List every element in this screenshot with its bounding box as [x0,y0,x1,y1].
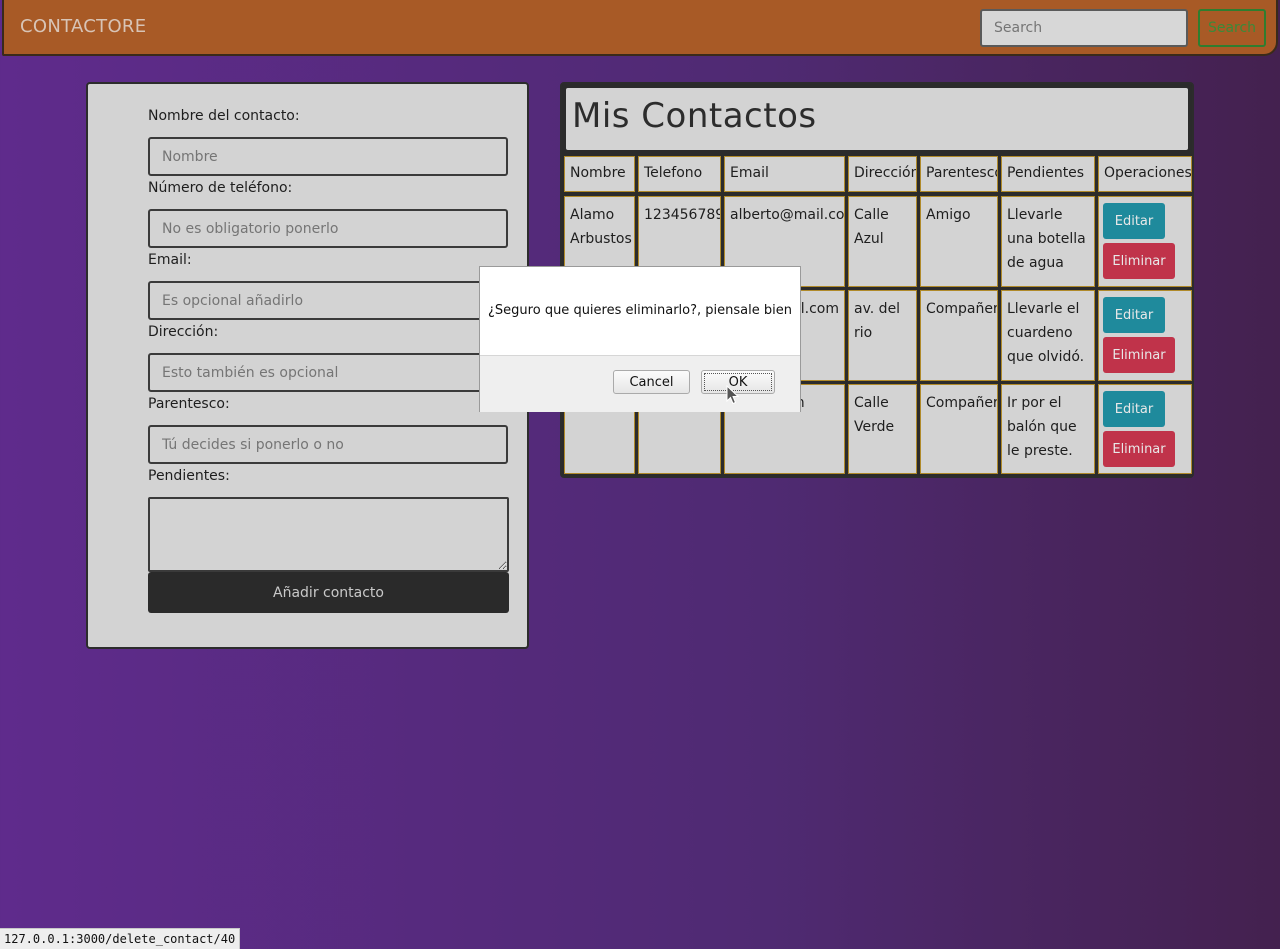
cell-direccion: Calle Verde [848,384,917,474]
name-input[interactable] [148,137,508,176]
add-contact-form: Nombre del contacto: Número de teléfono:… [86,82,529,649]
add-contact-button[interactable]: Añadir contacto [148,572,509,613]
cell-operaciones: Editar Eliminar [1098,290,1192,381]
dialog-message: ¿Seguro que quieres eliminarlo?, piensal… [488,303,792,318]
cell-parentesco: Amigo [920,196,998,287]
cell-pendientes: Llevarle el cuardeno que olvidó. [1001,290,1095,381]
status-bar-url: 127.0.0.1:3000/delete_contact/40 [0,928,241,949]
column-header-email: Email [724,156,845,192]
page-title: Mis Contactos [572,96,817,136]
name-label: Nombre del contacto: [148,108,300,124]
mouse-pointer-icon [726,385,740,405]
search-input[interactable] [980,9,1188,47]
relationship-input[interactable] [148,425,508,464]
email-input[interactable] [148,281,508,320]
email-label: Email: [148,252,192,268]
delete-button[interactable]: Eliminar [1103,243,1175,279]
column-header-operaciones: Operaciones [1098,156,1192,192]
pending-label: Pendientes: [148,468,230,484]
search-button[interactable]: Search [1198,9,1266,47]
cell-direccion: av. del rio [848,290,917,381]
confirm-dialog: ¿Seguro que quieres eliminarlo?, piensal… [479,266,801,412]
cell-parentesco: Compañera [920,290,998,381]
column-header-nombre: Nombre [564,156,635,192]
cell-pendientes: Ir por el balón que le preste. [1001,384,1095,474]
navbar: CONTACTORE Search [2,0,1278,56]
delete-button[interactable]: Eliminar [1103,337,1175,373]
column-header-direccion: Dirección [848,156,917,192]
delete-button[interactable]: Eliminar [1103,431,1175,467]
address-input[interactable] [148,353,508,392]
relationship-label: Parentesco: [148,396,230,412]
phone-label: Número de teléfono: [148,180,293,196]
contacts-title-box: Mis Contactos [566,88,1188,150]
column-header-telefono: Telefono [638,156,721,192]
cell-direccion: Calle Azul [848,196,917,287]
cancel-button[interactable]: Cancel [613,370,690,394]
edit-button[interactable]: Editar [1103,391,1165,427]
cell-operaciones: Editar Eliminar [1098,384,1192,474]
dialog-footer: Cancel OK [480,355,800,412]
phone-input[interactable] [148,209,508,248]
address-label: Dirección: [148,324,219,340]
edit-button[interactable]: Editar [1103,297,1165,333]
brand-logo[interactable]: CONTACTORE [20,16,146,37]
cell-pendientes: Llevarle una botella de agua [1001,196,1095,287]
pending-textarea[interactable] [148,497,509,572]
column-header-parentesco: Parentesco [920,156,998,192]
cell-parentesco: Compañero [920,384,998,474]
edit-button[interactable]: Editar [1103,203,1165,239]
cell-operaciones: Editar Eliminar [1098,196,1192,287]
column-header-pendientes: Pendientes [1001,156,1095,192]
